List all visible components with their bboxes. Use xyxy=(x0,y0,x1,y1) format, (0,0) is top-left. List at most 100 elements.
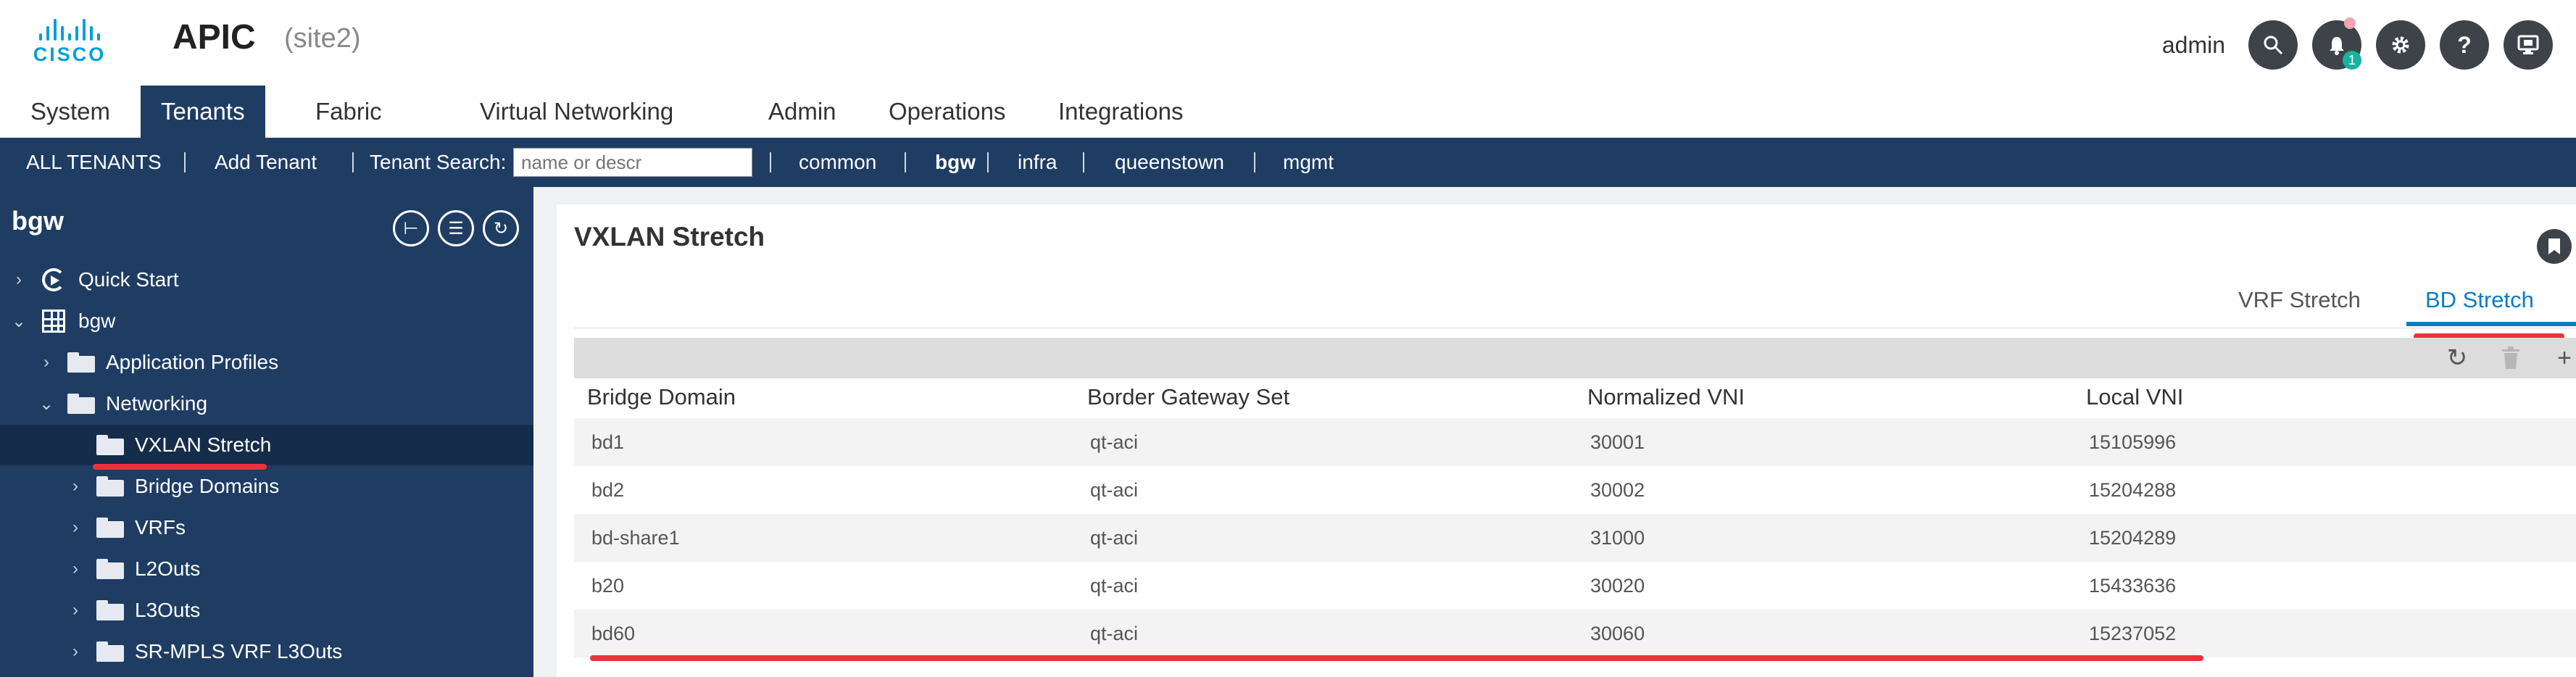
sidebar-item-label: Application Profiles xyxy=(106,351,279,373)
table-row[interactable]: b20 qt-aci 30020 15433636 xyxy=(574,562,2576,610)
tenant-bar-divider xyxy=(1083,152,1084,173)
all-tenants-link[interactable]: ALL TENANTS xyxy=(26,138,162,187)
table-row[interactable]: bd-share1 qt-aci 31000 15204289 xyxy=(574,514,2576,562)
bookmark-button[interactable] xyxy=(2537,229,2572,264)
column-header-bridge-domain[interactable]: Bridge Domain xyxy=(587,384,736,410)
chevron-down-icon[interactable]: ⌄ xyxy=(38,394,55,415)
notifications-button[interactable]: 1 xyxy=(2312,17,2361,70)
tab-integrations[interactable]: Integrations xyxy=(1058,86,1183,138)
tab-tenants[interactable]: Tenants xyxy=(141,86,265,138)
tenant-link-infra[interactable]: infra xyxy=(1018,138,1057,187)
tenant-link-bgw[interactable]: bgw xyxy=(935,138,976,187)
refresh-button[interactable]: ↻ xyxy=(2443,344,2472,373)
sidebar-item-label: bgw xyxy=(78,310,116,332)
chevron-right-icon[interactable]: › xyxy=(38,352,55,373)
sidebar-item-label: L3Outs xyxy=(135,599,201,621)
chevron-right-icon[interactable]: › xyxy=(67,518,84,538)
chevron-down-icon[interactable]: ⌄ xyxy=(10,311,28,332)
help-button[interactable]: ? xyxy=(2440,20,2489,70)
sidebar-item-vrfs[interactable]: › VRFs xyxy=(0,507,533,548)
tenant-bar-divider xyxy=(352,152,354,173)
chevron-right-icon[interactable]: › xyxy=(67,559,84,579)
sidebar-list-button[interactable]: ☰ xyxy=(438,210,474,246)
sidebar-item-label: VXLAN Stretch xyxy=(135,433,272,456)
delete-button[interactable] xyxy=(2496,344,2525,373)
cell-border-gateway-set: qt-aci xyxy=(1090,622,1139,644)
bell-icon xyxy=(2330,37,2344,55)
monitor-icon xyxy=(2517,35,2539,54)
bookmark-icon xyxy=(2548,238,2560,254)
cell-normalized-vni: 30001 xyxy=(1590,431,1645,453)
sidebar-item-vxlan-stretch[interactable]: VXLAN Stretch xyxy=(0,425,533,465)
tenant-bar-divider xyxy=(184,152,186,173)
tenant-link-queenstown[interactable]: queenstown xyxy=(1115,138,1224,187)
screen-share-button[interactable] xyxy=(2504,20,2553,70)
tenant-grid-icon xyxy=(38,309,70,333)
tenant-search-label: Tenant Search: xyxy=(370,151,507,173)
tenant-bar-divider xyxy=(1254,152,1255,173)
sidebar-item-label: Networking xyxy=(106,392,208,415)
sidebar-item-application-profiles[interactable]: › Application Profiles xyxy=(0,342,533,383)
sidebar-item-networking[interactable]: ⌄ Networking xyxy=(0,383,533,424)
chevron-right-icon[interactable]: › xyxy=(67,641,84,662)
cell-bridge-domain: bd2 xyxy=(591,478,625,501)
cell-local-vni: 15237052 xyxy=(2089,622,2177,644)
sidebar-refresh-button[interactable]: ↻ xyxy=(483,210,519,246)
user-area: admin 1 ? xyxy=(2162,17,2553,70)
trash-icon xyxy=(2502,346,2519,369)
cell-bridge-domain: bd-share1 xyxy=(591,526,680,549)
add-button[interactable]: + xyxy=(2550,344,2576,373)
tab-virtual-networking[interactable]: Virtual Networking xyxy=(480,86,673,138)
tab-fabric[interactable]: Fabric xyxy=(315,86,382,138)
sidebar-item-label: SR-MPLS VRF L3Outs xyxy=(135,640,343,663)
settings-button[interactable] xyxy=(2376,20,2425,70)
sidebar-collapse-button[interactable]: ⊢ xyxy=(393,210,429,246)
cisco-logo-text: CISCO xyxy=(33,43,107,65)
chevron-right-icon[interactable]: › xyxy=(67,600,84,620)
add-tenant-link[interactable]: Add Tenant xyxy=(215,138,317,187)
cell-bridge-domain: b20 xyxy=(591,574,625,597)
chevron-right-icon[interactable]: › xyxy=(67,476,84,497)
column-header-local-vni[interactable]: Local VNI xyxy=(2086,384,2183,410)
tab-vrf-stretch[interactable]: VRF Stretch xyxy=(2238,287,2361,313)
folder-icon xyxy=(94,515,126,540)
tab-operations[interactable]: Operations xyxy=(889,86,1005,138)
search-icon xyxy=(2264,36,2283,55)
sidebar-item-l2outs[interactable]: › L2Outs xyxy=(0,549,533,589)
annotation-underline-vxlan-stretch xyxy=(93,464,267,470)
search-button[interactable] xyxy=(2248,20,2298,70)
column-header-normalized-vni[interactable]: Normalized VNI xyxy=(1587,384,1745,410)
sidebar-item-l3outs[interactable]: › L3Outs xyxy=(0,590,533,631)
tab-admin[interactable]: Admin xyxy=(768,86,836,138)
sidebar-item-bridge-domains[interactable]: › Bridge Domains xyxy=(0,466,533,507)
tenant-search-input[interactable] xyxy=(513,148,752,177)
refresh-icon: ↻ xyxy=(493,218,509,238)
column-header-border-gateway-set[interactable]: Border Gateway Set xyxy=(1087,384,1289,410)
sidebar-item-sr-mpls-vrf-l3outs[interactable]: › SR-MPLS VRF L3Outs xyxy=(0,631,533,672)
folder-icon xyxy=(65,391,97,416)
cisco-logo-bars xyxy=(26,14,113,41)
sidebar-item-label: L2Outs xyxy=(135,557,201,580)
refresh-icon: ↻ xyxy=(2446,344,2468,372)
tab-system[interactable]: System xyxy=(30,86,110,138)
table-row[interactable]: bd2 qt-aci 30002 15204288 xyxy=(574,466,2576,514)
top-header: CISCO APIC (site2) admin 1 ? xyxy=(0,0,2576,86)
gear-icon xyxy=(2392,36,2409,54)
sidebar-item-bgw[interactable]: ⌄ bgw xyxy=(0,301,533,341)
user-name[interactable]: admin xyxy=(2162,32,2225,59)
plus-icon: + xyxy=(2557,344,2572,372)
table-row[interactable]: bd1 qt-aci 30001 15105996 xyxy=(574,418,2576,466)
sidebar-item-label: Quick Start xyxy=(78,268,179,291)
sidebar-item-label: VRFs xyxy=(135,516,186,539)
tab-bd-stretch[interactable]: BD Stretch xyxy=(2425,287,2534,313)
main-tabs: System Tenants Fabric Virtual Networking… xyxy=(0,86,2576,138)
tenant-link-mgmt[interactable]: mgmt xyxy=(1283,138,1334,187)
sidebar-item-quick-start[interactable]: › Quick Start xyxy=(0,259,533,300)
table-toolbar: ↻ + xyxy=(574,338,2576,378)
chevron-right-icon[interactable]: › xyxy=(10,270,28,290)
table-row[interactable]: bd60 qt-aci 30060 15237052 xyxy=(574,610,2576,657)
cell-normalized-vni: 30060 xyxy=(1590,622,1645,644)
tenant-link-common[interactable]: common xyxy=(799,138,876,187)
cell-local-vni: 15105996 xyxy=(2089,431,2177,453)
navigation-sidebar: bgw ⊢ ☰ ↻ › Quick Start ⌄ bgw › Applicat… xyxy=(0,187,533,677)
